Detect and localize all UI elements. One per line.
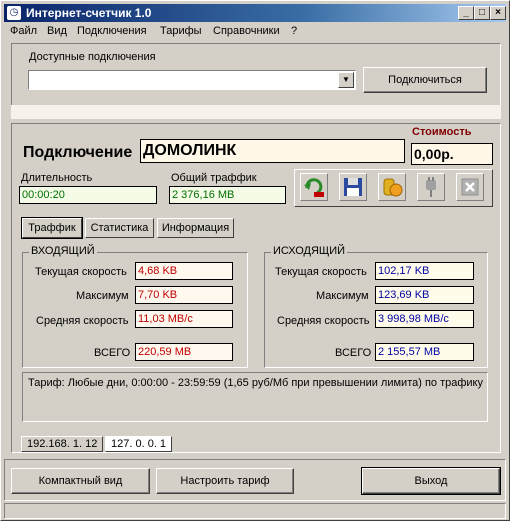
incoming-current-label: Текущая скорость [35,266,127,278]
menu-help[interactable]: ? [291,25,297,37]
menu-references[interactable]: Справочники [213,25,280,37]
cost-label: Стоимость [412,126,472,138]
tab-ip-1[interactable]: 192.168. 1. 12 [21,436,104,452]
duration-field: 00:00:20 [19,186,157,204]
connect-button[interactable]: Подключиться [363,67,487,93]
chevron-down-icon[interactable]: ▼ [338,72,354,88]
menu-tariffs[interactable]: Тарифы [160,25,202,37]
tariff-info-box: Тариф: Любые дни, 0:00:00 - 23:59:59 (1,… [22,372,488,422]
outgoing-avg-label: Средняя скорость [277,315,370,327]
app-icon: ◷ [7,6,21,20]
incoming-title: ВХОДЯЩИЙ [29,245,97,257]
connections-combo[interactable]: ▼ [28,70,356,90]
cost-field: 0,00р. [411,143,493,165]
outgoing-total-field: 2 155,57 MB [375,343,474,361]
outgoing-max-label: Максимум [316,290,369,302]
outgoing-max-field: 123,69 KB [375,286,474,304]
outgoing-current-label: Текущая скорость [275,266,367,278]
divider-strip [11,105,501,119]
incoming-avg-field: 11,03 MB/c [135,310,233,328]
menu-view[interactable]: Вид [47,25,67,37]
minimize-button[interactable]: _ [458,6,474,20]
total-traffic-field: 2 376,16 MB [169,186,286,204]
close-connection-icon[interactable] [456,173,484,201]
exit-button[interactable]: Выход [361,467,501,495]
incoming-max-label: Максимум [76,290,129,302]
connection-label: Подключение [23,144,133,161]
menu-bar: Файл Вид Подключения Тарифы Справочники … [4,23,506,41]
menu-file[interactable]: Файл [10,25,37,37]
main-window: ◷ Интернет-счетчик 1.0 _ □ × Файл Вид По… [0,0,510,521]
tab-information[interactable]: Информация [157,218,234,238]
incoming-max-field: 7,70 KB [135,286,233,304]
close-button[interactable]: × [490,6,506,20]
duration-label: Длительность [21,172,93,184]
outgoing-current-field: 102,17 KB [375,262,474,280]
tab-ip-2[interactable]: 127. 0. 0. 1 [105,436,173,452]
incoming-total-label: ВСЕГО [94,347,131,359]
outgoing-total-label: ВСЕГО [335,347,372,359]
incoming-total-field: 220,59 MB [135,343,233,361]
title-bar[interactable]: ◷ Интернет-счетчик 1.0 _ □ × [4,4,506,22]
configure-tariff-button[interactable]: Настроить тариф [156,468,294,494]
disconnect-icon[interactable] [300,173,328,201]
window-title: Интернет-счетчик 1.0 [26,6,152,20]
outgoing-avg-field: 3 998,98 MB/c [375,310,474,328]
available-connections-label: Доступные подключения [29,51,156,63]
status-bar [4,503,506,519]
incoming-current-field: 4,68 KB [135,262,233,280]
menu-connections[interactable]: Подключения [77,25,147,37]
save-icon[interactable] [339,173,367,201]
ip-tabs: 192.168. 1. 12 127. 0. 0. 1 [11,434,501,454]
tariff-info-text: Тариф: Любые дни, 0:00:00 - 23:59:59 (1,… [28,377,483,389]
tab-statistics[interactable]: Статистика [85,218,154,238]
compact-view-button[interactable]: Компактный вид [11,468,150,494]
outgoing-title: ИСХОДЯЩИЙ [271,245,348,257]
total-traffic-label: Общий траффик [171,172,257,184]
maximize-button[interactable]: □ [474,6,490,20]
plug-icon[interactable] [417,173,445,201]
connection-name-field: ДОМОЛИНК [140,139,405,163]
coins-icon[interactable] [378,173,406,201]
incoming-avg-label: Средняя скорость [36,315,129,327]
tab-traffic[interactable]: Траффик [21,217,83,239]
